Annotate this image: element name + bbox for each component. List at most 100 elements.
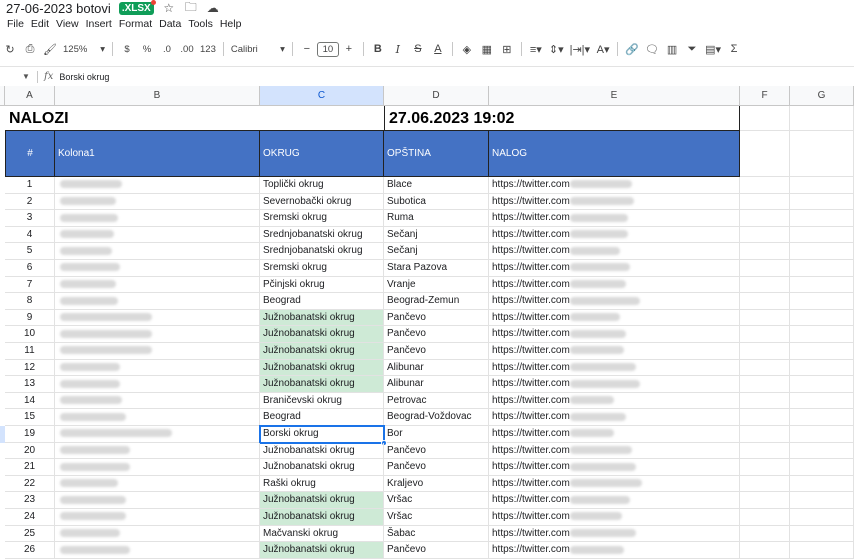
- functions-button[interactable]: Σ: [727, 39, 741, 59]
- nalog-cell[interactable]: https://twitter.com: [489, 392, 740, 410]
- empty-cell[interactable]: [790, 276, 854, 294]
- empty-cell[interactable]: [740, 243, 790, 260]
- empty-cell[interactable]: [790, 376, 854, 393]
- increase-decimal-button[interactable]: .00: [180, 39, 194, 59]
- nalog-cell[interactable]: https://twitter.com: [489, 343, 740, 360]
- empty-cell[interactable]: [790, 426, 854, 443]
- okrug-cell[interactable]: Južnobanatski okrug: [260, 343, 384, 360]
- okrug-cell[interactable]: Južnobanatski okrug: [260, 442, 384, 460]
- empty-cell[interactable]: [740, 343, 790, 360]
- name-cell-redacted[interactable]: [55, 276, 260, 294]
- paint-format-icon[interactable]: 🖌: [43, 39, 57, 59]
- nalog-cell[interactable]: https://twitter.com: [489, 459, 740, 476]
- empty-cell[interactable]: [740, 359, 790, 377]
- empty-cell[interactable]: [740, 459, 790, 476]
- empty-cell[interactable]: [740, 193, 790, 211]
- okrug-cell[interactable]: Toplički okrug: [260, 177, 384, 194]
- name-cell-redacted[interactable]: [55, 293, 260, 310]
- empty-cell[interactable]: [740, 542, 790, 559]
- row-number-cell[interactable]: 22: [5, 475, 55, 493]
- formula-input[interactable]: Borski okrug: [59, 72, 109, 82]
- okrug-cell[interactable]: Srednjobanatski okrug: [260, 226, 384, 244]
- name-cell-redacted[interactable]: [55, 509, 260, 526]
- empty-cell[interactable]: [790, 260, 854, 277]
- currency-format-button[interactable]: $: [120, 39, 134, 59]
- opstina-cell[interactable]: Ruma: [384, 210, 489, 227]
- opstina-cell[interactable]: Beograd-Zemun: [384, 293, 489, 310]
- table-header-okrug[interactable]: OKRUG: [260, 131, 384, 177]
- empty-cell[interactable]: [740, 475, 790, 493]
- empty-cell[interactable]: [790, 131, 854, 177]
- menu-help[interactable]: Help: [220, 18, 242, 30]
- name-cell-redacted[interactable]: [55, 343, 260, 360]
- opstina-cell[interactable]: Beograd-Voždovac: [384, 409, 489, 426]
- name-cell-redacted[interactable]: [55, 525, 260, 543]
- name-cell-redacted[interactable]: [55, 326, 260, 343]
- okrug-cell[interactable]: Sremski okrug: [260, 210, 384, 227]
- nalog-cell[interactable]: https://twitter.com: [489, 309, 740, 327]
- row-number-cell[interactable]: 3: [5, 210, 55, 227]
- empty-cell[interactable]: [790, 193, 854, 211]
- zoom-select[interactable]: 125% ▾: [63, 39, 105, 59]
- menu-file[interactable]: File: [7, 18, 24, 30]
- name-cell-redacted[interactable]: [55, 260, 260, 277]
- empty-cell[interactable]: [790, 475, 854, 493]
- font-size-input[interactable]: 10: [316, 41, 339, 57]
- name-cell-redacted[interactable]: [55, 376, 260, 393]
- nalog-cell[interactable]: https://twitter.com: [489, 226, 740, 244]
- empty-cell[interactable]: [790, 492, 854, 509]
- empty-cell[interactable]: [740, 276, 790, 294]
- okrug-cell[interactable]: Južnobanatski okrug: [260, 359, 384, 377]
- empty-cell[interactable]: [740, 293, 790, 310]
- opstina-cell[interactable]: Subotica: [384, 193, 489, 211]
- percent-format-button[interactable]: %: [140, 39, 154, 59]
- vertical-align-icon[interactable]: ⇕▾: [549, 39, 564, 59]
- opstina-cell[interactable]: Vranje: [384, 276, 489, 294]
- okrug-cell[interactable]: Južnobanatski okrug: [260, 309, 384, 327]
- nalog-cell[interactable]: https://twitter.com: [489, 276, 740, 294]
- nalog-cell[interactable]: https://twitter.com: [489, 509, 740, 526]
- empty-cell[interactable]: [790, 343, 854, 360]
- row-number-cell[interactable]: 10: [5, 326, 55, 343]
- empty-cell[interactable]: [740, 226, 790, 244]
- row-number-cell[interactable]: 26: [5, 542, 55, 559]
- nalog-cell[interactable]: https://twitter.com: [489, 409, 740, 426]
- nalog-cell[interactable]: https://twitter.com: [489, 442, 740, 460]
- bold-button[interactable]: B: [371, 39, 385, 59]
- nalog-cell[interactable]: https://twitter.com: [489, 260, 740, 277]
- opstina-cell[interactable]: Alibunar: [384, 359, 489, 377]
- okrug-cell[interactable]: Južnobanatski okrug: [260, 492, 384, 509]
- okrug-cell[interactable]: Beograd: [260, 409, 384, 426]
- empty-cell[interactable]: [740, 376, 790, 393]
- empty-cell[interactable]: [790, 326, 854, 343]
- font-family-select[interactable]: Calibri ▾: [231, 39, 285, 59]
- okrug-cell[interactable]: Srednjobanatski okrug: [260, 243, 384, 260]
- name-cell-redacted[interactable]: [55, 409, 260, 426]
- menu-edit[interactable]: Edit: [31, 18, 49, 30]
- menu-insert[interactable]: Insert: [86, 18, 112, 30]
- okrug-cell[interactable]: Pčinjski okrug: [260, 276, 384, 294]
- opstina-cell[interactable]: Pančevo: [384, 309, 489, 327]
- row-number-cell[interactable]: 7: [5, 276, 55, 294]
- okrug-cell[interactable]: Južnobanatski okrug: [260, 326, 384, 343]
- nalog-cell[interactable]: https://twitter.com: [489, 359, 740, 377]
- table-header-nalog[interactable]: NALOG: [489, 131, 740, 177]
- star-icon[interactable]: ☆: [162, 1, 176, 15]
- menu-view[interactable]: View: [56, 18, 79, 30]
- name-box-dropdown-icon[interactable]: ▼: [22, 72, 30, 81]
- name-cell-redacted[interactable]: [55, 459, 260, 476]
- nalog-cell[interactable]: https://twitter.com: [489, 243, 740, 260]
- merge-cells-icon[interactable]: ⊞: [500, 39, 514, 59]
- row-number-cell[interactable]: 21: [5, 459, 55, 476]
- row-number-cell[interactable]: 20: [5, 442, 55, 460]
- opstina-cell[interactable]: Sečanj: [384, 243, 489, 260]
- empty-cell[interactable]: [740, 509, 790, 526]
- nalog-cell[interactable]: https://twitter.com: [489, 542, 740, 559]
- empty-cell[interactable]: [740, 177, 790, 194]
- empty-cell[interactable]: [790, 177, 854, 194]
- empty-cell[interactable]: [740, 442, 790, 460]
- text-wrap-icon[interactable]: |⇥|▾: [570, 39, 590, 59]
- empty-cell[interactable]: [740, 392, 790, 410]
- opstina-cell[interactable]: Šabac: [384, 525, 489, 543]
- horizontal-align-icon[interactable]: ≡▾: [529, 39, 543, 59]
